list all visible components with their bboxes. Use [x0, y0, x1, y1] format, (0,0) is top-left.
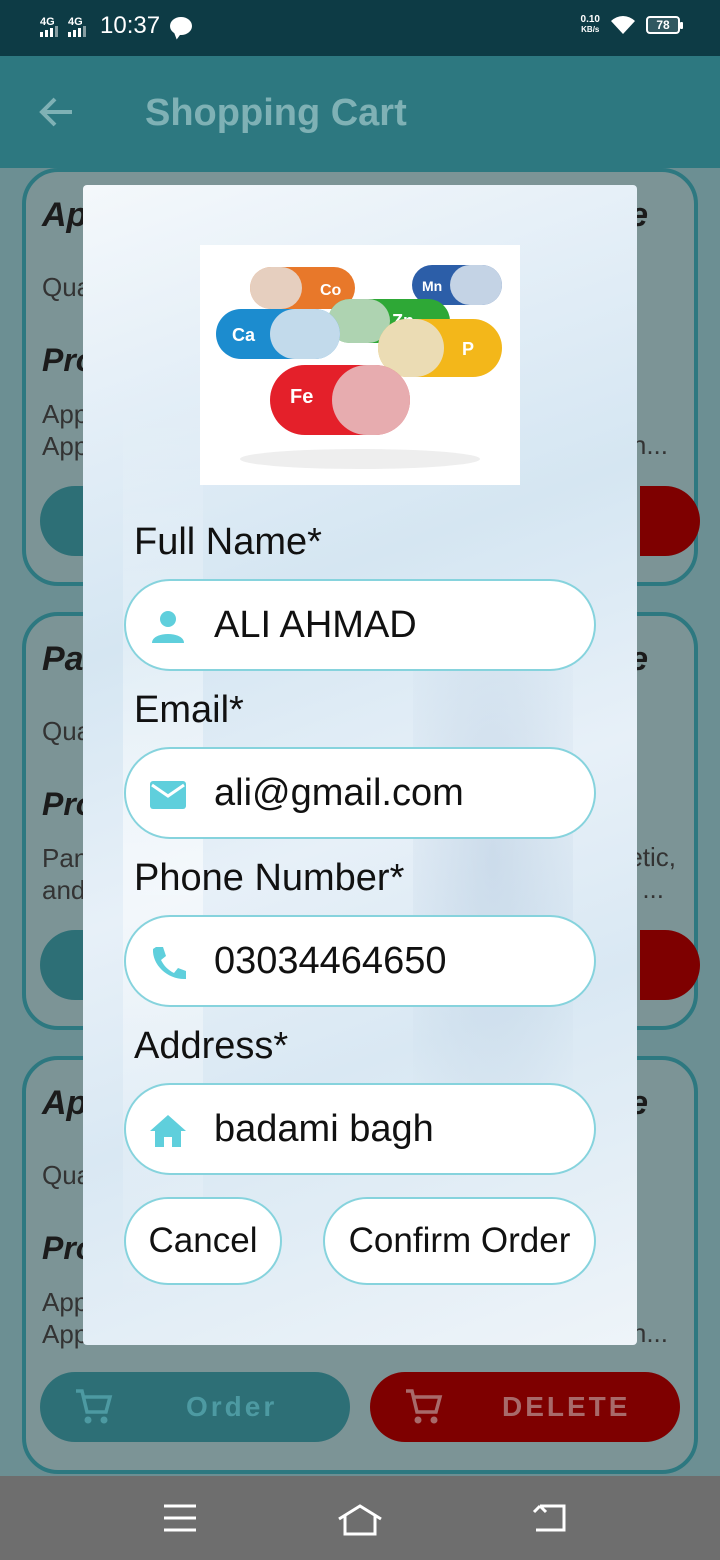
battery-icon: 78: [646, 16, 683, 34]
full-name-input[interactable]: [214, 581, 574, 669]
card-title: Ap: [42, 196, 88, 234]
phone-input[interactable]: [214, 917, 574, 1005]
page-title: Shopping Cart: [145, 92, 407, 134]
email-label: Email*: [134, 689, 244, 731]
card-title: Pa: [42, 640, 84, 678]
order-dialog: Co Mn Zn Ca P Fe Full Name*: [83, 185, 637, 1345]
address-label: Address*: [134, 1025, 289, 1067]
chat-notification-icon: [170, 17, 193, 35]
card-trailing-desc: ...: [642, 874, 664, 904]
home-icon[interactable]: [336, 1502, 384, 1538]
capsule-label: P: [462, 339, 474, 359]
phone-icon: [152, 947, 186, 980]
home-address-icon: [150, 1115, 186, 1147]
wifi-icon: [611, 16, 635, 34]
phone-field[interactable]: [124, 915, 596, 1007]
navigation-bar: [0, 1476, 720, 1560]
capsule-label: Ca: [232, 325, 256, 345]
network-type-2: 4G: [68, 15, 83, 28]
capsule-label: Co: [320, 282, 342, 299]
delete-button-label: DELETE: [502, 1391, 631, 1422]
email-field[interactable]: [124, 747, 596, 839]
vitamin-capsules-image: Co Mn Zn Ca P Fe: [200, 245, 520, 485]
cart-icon: [406, 1389, 443, 1424]
speed-unit: KB/s: [581, 25, 600, 34]
card-title: Ap: [42, 1084, 88, 1122]
battery-level: 78: [656, 18, 670, 32]
phone-label: Phone Number*: [134, 857, 405, 899]
capsule-label: Mn: [422, 278, 442, 294]
app-bar: Shopping Cart: [0, 56, 720, 168]
full-name-field[interactable]: [124, 579, 596, 671]
back-icon[interactable]: [530, 1502, 570, 1534]
confirm-order-button[interactable]: Confirm Order: [323, 1197, 596, 1285]
full-name-label: Full Name*: [134, 521, 322, 563]
network-speed: 0.10 KB/s: [581, 15, 600, 35]
capsule-label: Fe: [290, 386, 313, 408]
signal-2-icon: 4G: [68, 16, 86, 37]
delete-button[interactable]: [640, 486, 700, 556]
signal-1-icon: 4G: [40, 16, 58, 37]
speed-value: 0.10: [580, 14, 600, 25]
address-input[interactable]: [214, 1085, 574, 1173]
address-field[interactable]: [124, 1083, 596, 1175]
delete-button[interactable]: DELETE: [370, 1372, 680, 1442]
menu-icon[interactable]: [160, 1502, 200, 1534]
order-button[interactable]: Order: [40, 1372, 350, 1442]
card-trailing-desc: h...: [631, 1318, 668, 1348]
email-input[interactable]: [214, 749, 574, 837]
back-arrow-icon[interactable]: [38, 96, 74, 128]
cancel-button[interactable]: Cancel: [124, 1197, 282, 1285]
status-bar: 4G 4G 10:37 0.10 KB/s 78: [0, 0, 720, 56]
order-button-label: Order: [186, 1391, 278, 1422]
network-type-1: 4G: [40, 15, 55, 28]
person-icon: [152, 611, 184, 643]
delete-button[interactable]: [640, 930, 700, 1000]
cart-icon: [76, 1389, 113, 1424]
card-trailing-desc: h...: [631, 430, 668, 460]
mail-icon: [150, 781, 186, 809]
clock: 10:37: [100, 12, 161, 39]
